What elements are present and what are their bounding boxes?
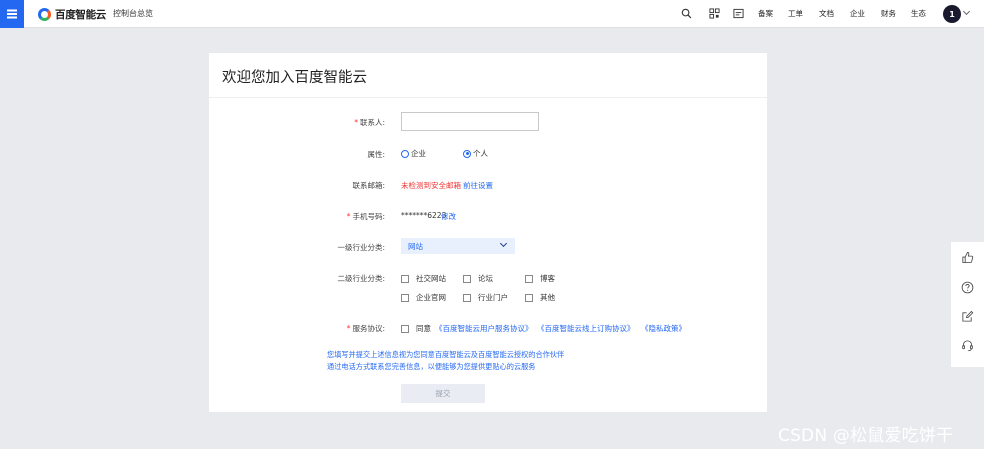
checkbox-social[interactable]: 社交网站 <box>401 273 446 284</box>
radio-circle-icon <box>401 149 409 158</box>
attribute-label: 属性: <box>367 150 385 159</box>
logo-icon <box>38 8 51 21</box>
phone-edit-link[interactable]: 修改 <box>441 211 456 222</box>
brand-logo[interactable]: 百度智能云 <box>38 7 106 22</box>
required-mark: * <box>346 324 351 333</box>
checkbox-label: 博客 <box>540 274 555 283</box>
chevron-down-icon[interactable] <box>962 7 971 16</box>
email-status: 未检测到安全邮箱 <box>401 181 461 190</box>
chevron-down-icon <box>499 239 508 248</box>
thumbs-up-icon[interactable] <box>961 251 974 264</box>
radio-personal-label: 个人 <box>473 149 488 158</box>
checkbox-label: 社交网站 <box>416 274 446 283</box>
contact-label: * 联系人: <box>209 117 385 128</box>
industry2-label: 二级行业分类: <box>337 274 385 283</box>
checkbox-label: 行业门户 <box>478 293 508 302</box>
radio-personal[interactable]: 个人 <box>463 148 488 159</box>
checkbox-forum[interactable]: 论坛 <box>463 273 493 284</box>
nav-docs[interactable]: 文档 <box>819 8 834 19</box>
privacy-policy-link[interactable]: 《隐私政策》 <box>641 323 686 334</box>
submit-button[interactable]: 提交 <box>401 384 485 403</box>
user-service-agreement-link[interactable]: 《百度智能云用户服务协议》 <box>435 323 533 334</box>
watermark: CSDN @松鼠爱吃饼干 <box>778 426 954 446</box>
phone-label-text: 手机号码: <box>352 212 385 221</box>
top-navigation-bar: 百度智能云 控制台总览 备案 工单 文档 企业 财务 生态 1 <box>0 0 984 28</box>
consent-notice-line2: 通过电话方式联系您完善信息，以便能够为您提供更贴心的云服务 <box>327 362 536 371</box>
registration-card: 欢迎您加入百度智能云 * 联系人: 属性: 企业 个人 联系邮箱: 未检测到安全邮… <box>209 53 767 412</box>
page-title: 欢迎您加入百度智能云 <box>222 70 367 86</box>
nav-ticket[interactable]: 工单 <box>788 8 803 19</box>
online-order-agreement-link[interactable]: 《百度智能云线上订购协议》 <box>537 323 635 334</box>
help-icon[interactable] <box>961 281 974 294</box>
required-mark: * <box>354 118 358 127</box>
console-overview-link[interactable]: 控制台总览 <box>113 8 153 19</box>
industry1-selected: 网站 <box>408 241 423 251</box>
email-settings-link[interactable]: 前往设置 <box>463 180 493 191</box>
nav-beian[interactable]: 备案 <box>758 8 773 19</box>
agreement-label: * 服务协议: <box>209 323 385 334</box>
user-avatar[interactable]: 1 <box>943 5 961 23</box>
checkbox-icon <box>401 293 409 302</box>
brand-name: 百度智能云 <box>55 9 106 21</box>
checkbox-icon <box>463 293 471 302</box>
phone-label: * 手机号码: <box>209 211 385 222</box>
checkbox-portal[interactable]: 行业门户 <box>463 292 508 303</box>
industry1-label: 一级行业分类: <box>337 243 385 252</box>
consent-notice-line1: 您填写并提交上述信息视为您同意百度智能云及百度智能云授权的合作伙伴 <box>327 350 565 359</box>
checkbox-other[interactable]: 其他 <box>525 292 555 303</box>
email-label: 联系邮箱: <box>352 181 385 190</box>
phone-value: *******6223 <box>401 211 447 220</box>
radio-checked-icon <box>463 149 471 158</box>
agree-checkbox[interactable]: 同意 <box>401 323 431 334</box>
radio-enterprise[interactable]: 企业 <box>401 148 426 159</box>
industry1-select[interactable]: 网站 <box>401 238 515 254</box>
checkbox-label: 其他 <box>540 293 555 302</box>
required-mark: * <box>346 212 351 221</box>
nav-enterprise[interactable]: 企业 <box>850 8 865 19</box>
floating-toolbar <box>951 242 984 367</box>
checkbox-label: 论坛 <box>478 274 493 283</box>
radio-enterprise-label: 企业 <box>411 149 426 158</box>
checkbox-icon <box>401 274 409 283</box>
checkbox-icon <box>525 293 533 302</box>
contact-input[interactable] <box>401 112 539 131</box>
checkbox-icon <box>525 274 533 283</box>
headset-icon[interactable] <box>961 339 974 352</box>
checkbox-blog[interactable]: 博客 <box>525 273 555 284</box>
checkbox-icon <box>463 274 471 283</box>
menu-icon <box>7 13 17 15</box>
checkbox-label: 企业官网 <box>416 293 446 302</box>
nav-finance[interactable]: 财务 <box>881 8 896 19</box>
edit-icon[interactable] <box>961 310 974 323</box>
nav-ecosystem[interactable]: 生态 <box>911 8 926 19</box>
card-header: 欢迎您加入百度智能云 <box>209 53 767 98</box>
checkbox-corporate-site[interactable]: 企业官网 <box>401 292 446 303</box>
contact-label-text: 联系人: <box>359 118 385 127</box>
search-icon[interactable] <box>681 8 692 19</box>
checkbox-icon <box>401 324 409 333</box>
hamburger-menu-button[interactable] <box>0 0 24 28</box>
qrcode-icon[interactable] <box>709 8 720 19</box>
agree-text: 同意 <box>416 324 431 333</box>
message-icon[interactable] <box>733 8 744 19</box>
agreement-label-text: 服务协议: <box>352 324 385 333</box>
